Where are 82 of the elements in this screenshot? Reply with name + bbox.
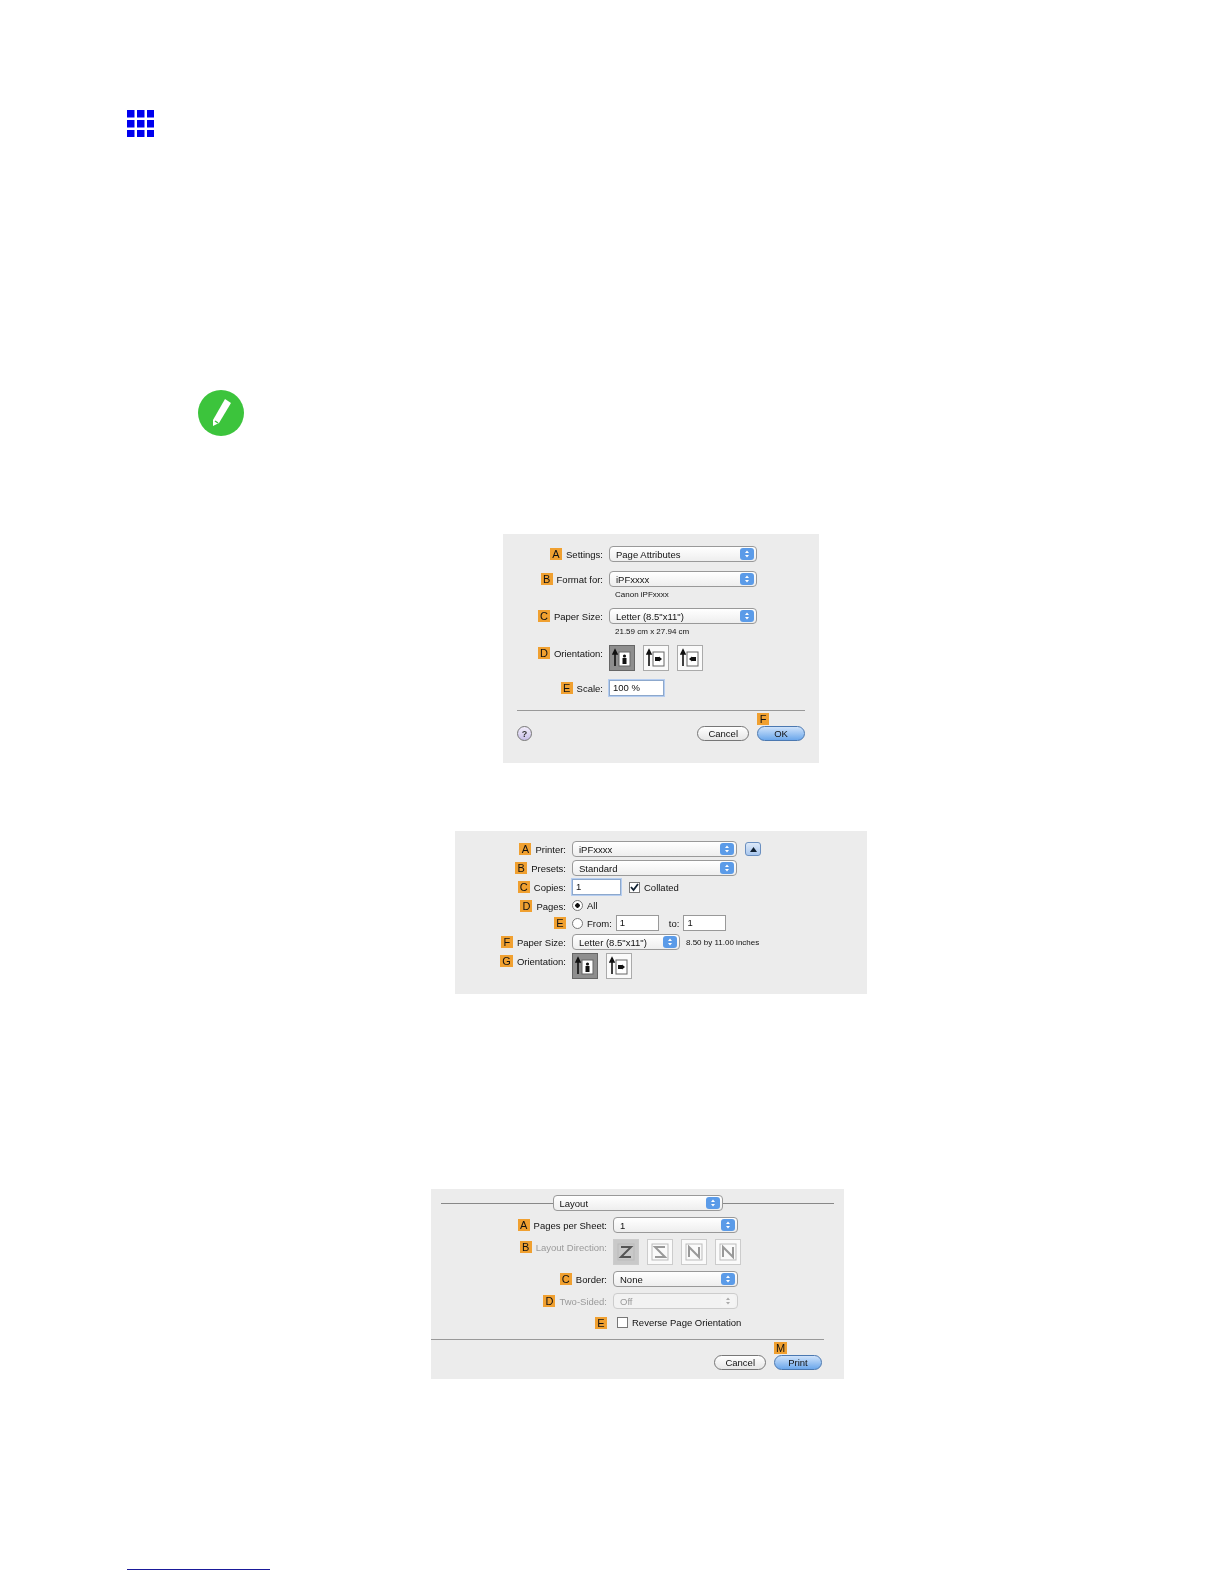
callout-letter: D (537, 647, 550, 659)
checkbox-label: Reverse Page Orientation (632, 1316, 742, 1328)
updown-arrows-icon (720, 843, 734, 855)
dropdown[interactable]: None (613, 1271, 738, 1287)
radio-label: All (587, 899, 598, 911)
callout-letter: C (517, 881, 530, 893)
callout-letter: C (559, 1273, 572, 1285)
dropdown[interactable]: iPFxxxx (572, 841, 737, 857)
field-label: Presets: (531, 862, 566, 874)
field-label: Format for: (556, 573, 603, 585)
dropdown[interactable]: Layout (552, 1195, 723, 1211)
field-label: Orientation: (516, 955, 566, 967)
dropdown[interactable]: Standard (572, 860, 737, 876)
checkbox[interactable] (629, 881, 640, 893)
field-label: Two-Sided: (559, 1295, 607, 1307)
callout-letter: A (519, 843, 532, 855)
field-label: Pages: (536, 900, 566, 912)
dropdown[interactable]: 1 (613, 1217, 738, 1233)
field-label: to: (668, 917, 680, 929)
checkbox-label: Collated (644, 881, 679, 893)
callout-letter: F (500, 936, 513, 948)
updown-arrows-icon (720, 862, 734, 874)
input-field[interactable]: 1 (572, 879, 621, 895)
field-label: Orientation: (553, 647, 603, 659)
updown-arrows-icon (705, 1197, 720, 1209)
callout-letter: E (554, 917, 566, 929)
callout-letter: A (517, 1219, 530, 1231)
orientation-button[interactable] (572, 953, 598, 979)
input-field[interactable]: 1 (615, 915, 659, 931)
callout-letter: E (595, 1317, 607, 1329)
callout-letter: D (543, 1295, 556, 1307)
dropdown[interactable]: iPFxxxx (609, 571, 757, 587)
dropdown[interactable]: Letter (8.5"x11") (572, 934, 680, 950)
pencil-icon (197, 389, 245, 437)
callout-letter: A (550, 548, 563, 560)
field-label: Copies: (533, 881, 566, 893)
updown-arrows-icon (721, 1219, 735, 1231)
orientation-button[interactable] (677, 645, 703, 671)
callout-letter: B (519, 1241, 532, 1253)
caption: 21.59 cm x 27.94 cm (615, 627, 690, 636)
field-label: Scale: (576, 682, 603, 694)
callout-letter: C (537, 610, 550, 622)
triangle-up-icon (749, 846, 757, 852)
dropdown[interactable]: Letter (8.5"x11") (609, 608, 757, 624)
updown-arrows-icon (663, 936, 677, 948)
updown-arrows-icon (740, 573, 754, 585)
radio-button[interactable] (572, 899, 583, 911)
callout-letter: G (500, 955, 513, 967)
size-note: 8.50 by 11.00 inches (686, 937, 760, 947)
field-label: Paper Size: (516, 936, 566, 948)
push-button[interactable]: OK (757, 726, 805, 741)
push-button[interactable]: Print (774, 1355, 822, 1370)
dropdown[interactable]: Page Attributes (609, 546, 757, 562)
checkbox[interactable] (617, 1316, 628, 1328)
field-label: Layout Direction: (535, 1241, 607, 1253)
orientation-button[interactable] (643, 645, 669, 671)
callout-letter: D (520, 900, 533, 912)
caption: Canon iPFxxxx (615, 590, 669, 599)
updown-arrows-icon (740, 610, 754, 622)
push-button[interactable]: Cancel (697, 726, 749, 741)
orientation-button[interactable] (606, 953, 632, 979)
updown-arrows-icon (721, 1273, 735, 1285)
input-field[interactable]: 100 % (609, 680, 664, 696)
field-label: Printer: (535, 843, 566, 855)
field-label: Border: (575, 1273, 607, 1285)
updown-arrows-icon (740, 548, 754, 560)
radio-button[interactable] (572, 917, 583, 929)
callout-letter: F (757, 713, 769, 725)
callout-letter: B (515, 862, 528, 874)
disclosure-button[interactable] (745, 842, 761, 856)
push-button[interactable]: Cancel (714, 1355, 766, 1370)
orientation-button[interactable] (609, 645, 635, 671)
callout-letter: M (774, 1342, 788, 1354)
callout-letter: E (560, 682, 573, 694)
field-label: Pages per Sheet: (533, 1219, 607, 1231)
callout-letter: B (540, 573, 553, 585)
field-label: Paper Size: (553, 610, 603, 622)
input-field[interactable]: 1 (683, 915, 727, 931)
help-button[interactable]: ? (517, 726, 532, 741)
grid-icon (127, 110, 154, 137)
radio-label: From: (587, 917, 612, 929)
field-label: Settings: (566, 548, 603, 560)
